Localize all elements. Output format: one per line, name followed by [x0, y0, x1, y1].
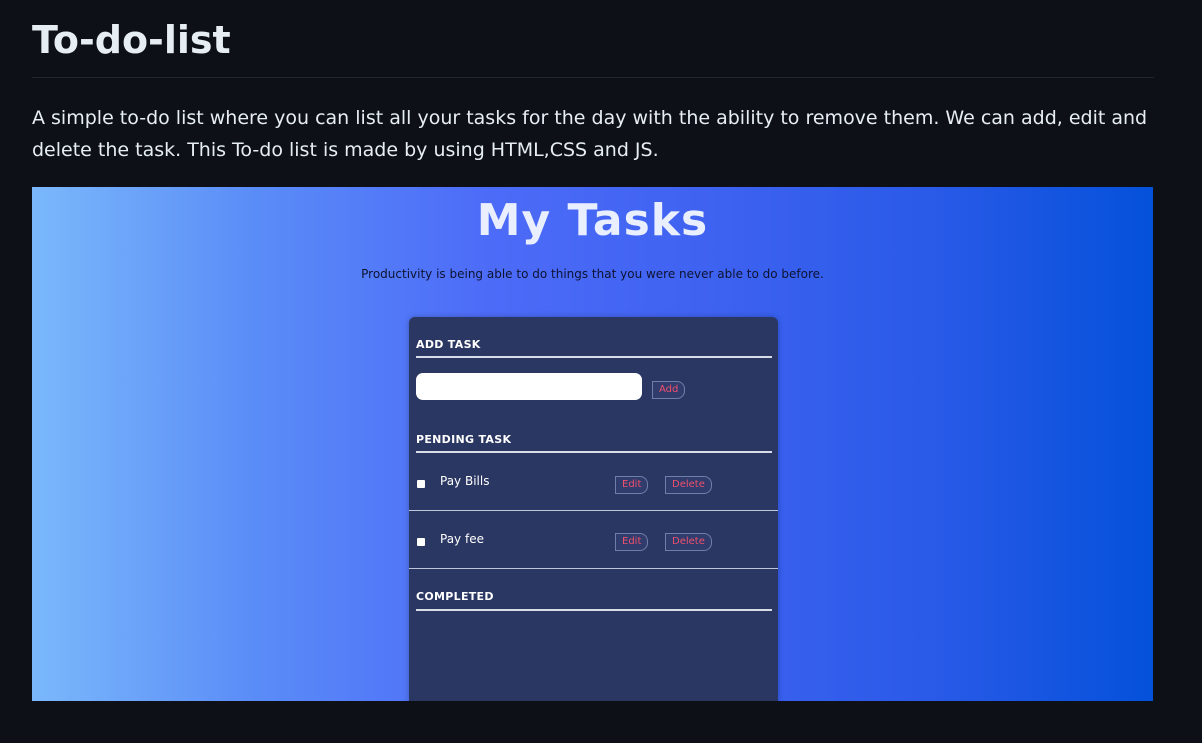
add-task-heading: ADD TASK [416, 338, 481, 351]
task-label: Pay Bills [440, 474, 490, 488]
edit-button[interactable]: Edit [615, 476, 649, 494]
task-divider [409, 510, 778, 511]
task-checkbox[interactable] [417, 538, 425, 546]
task-label: Pay fee [440, 532, 484, 546]
edit-button[interactable]: Edit [615, 533, 649, 551]
task-divider [409, 568, 778, 569]
pending-task-heading: PENDING TASK [416, 433, 512, 446]
pending-task-divider [416, 451, 772, 453]
app-screenshot: My Tasks Productivity is being able to d… [32, 187, 1153, 701]
readme-title: To-do-list [32, 18, 231, 62]
add-button[interactable]: Add [652, 381, 686, 399]
delete-button[interactable]: Delete [665, 533, 712, 551]
add-task-divider [416, 356, 772, 358]
task-card: ADD TASK Add PENDING TASK Pay Bills Edit… [409, 317, 778, 701]
app-quote: Productivity is being able to do things … [361, 267, 824, 281]
title-divider [32, 77, 1154, 78]
delete-button[interactable]: Delete [665, 476, 712, 494]
readme-description: A simple to-do list where you can list a… [32, 107, 1148, 161]
completed-heading: COMPLETED [416, 590, 494, 603]
task-checkbox[interactable] [417, 480, 425, 488]
completed-divider [416, 609, 772, 611]
app-title: My Tasks [476, 195, 709, 246]
task-input[interactable] [416, 373, 642, 400]
